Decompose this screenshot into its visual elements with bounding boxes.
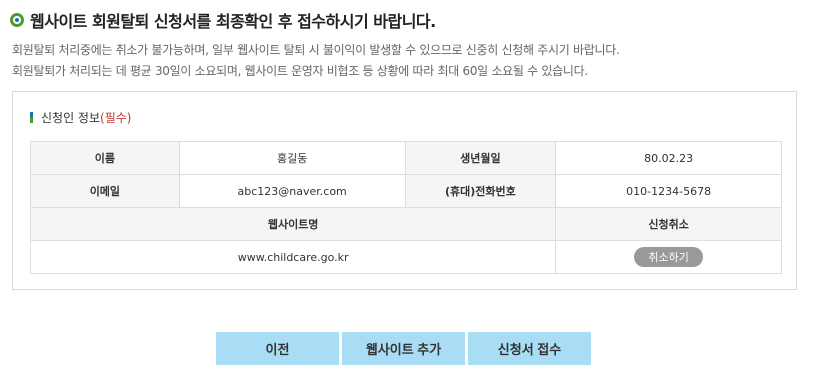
email-value: abc123@naver.com: [178, 174, 406, 208]
submit-button[interactable]: 신청서 접수: [468, 332, 591, 365]
table-row: 웹사이트명 신청취소: [29, 207, 782, 241]
name-label: 이름: [30, 141, 180, 175]
phone-value: 010-1234-5678: [555, 174, 782, 208]
section-title-label: 신청인 정보: [41, 111, 101, 125]
action-buttons: 이전 웹사이트 추가 신청서 접수: [216, 332, 591, 365]
notice-line-1: 회원탈퇴 처리중에는 취소가 불가능하며, 일부 웹사이트 탈퇴 시 불이익이 …: [12, 43, 620, 57]
phone-label: (휴대)전화번호: [404, 174, 557, 208]
table-row: 이메일 abc123@naver.com (휴대)전화번호 010-1234-5…: [30, 174, 782, 208]
cancel-header: 신청취소: [555, 207, 782, 241]
birth-value: 80.02.23: [555, 141, 782, 175]
cancel-cell: 취소하기: [555, 240, 782, 274]
page-header: 웹사이트 회원탈퇴 신청서를 최종확인 후 접수하시기 바랍니다.: [10, 8, 436, 32]
section-title: 신청인 정보 (필수): [30, 109, 131, 126]
table-row: 이름 홍길동 생년월일 80.02.23: [30, 141, 782, 175]
required-label: (필수): [100, 111, 132, 125]
cancel-button[interactable]: 취소하기: [634, 247, 703, 267]
page-title: 웹사이트 회원탈퇴 신청서를 최종확인 후 접수하시기 바랍니다.: [30, 12, 436, 31]
website-value: www.childcare.go.kr: [29, 240, 557, 274]
bullet-circle-icon: [10, 13, 24, 27]
website-header: 웹사이트명: [29, 207, 557, 241]
section-bar-icon: [30, 112, 33, 123]
name-value: 홍길동: [178, 141, 406, 175]
notice-text: 회원탈퇴 처리중에는 취소가 불가능하며, 일부 웹사이트 탈퇴 시 불이익이 …: [12, 40, 620, 82]
add-website-button[interactable]: 웹사이트 추가: [342, 332, 465, 365]
table-row: www.childcare.go.kr 취소하기: [29, 240, 782, 274]
birth-label: 생년월일: [404, 141, 557, 175]
email-label: 이메일: [30, 174, 180, 208]
notice-line-2: 회원탈퇴가 처리되는 데 평균 30일이 소요되며, 웹사이트 운영자 비협조 …: [12, 64, 588, 78]
applicant-panel: 신청인 정보 (필수) 이름 홍길동 생년월일 80.02.23 이메일 abc…: [12, 91, 797, 290]
applicant-table: 이름 홍길동 생년월일 80.02.23 이메일 abc123@naver.co…: [29, 141, 782, 274]
prev-button[interactable]: 이전: [216, 332, 339, 365]
